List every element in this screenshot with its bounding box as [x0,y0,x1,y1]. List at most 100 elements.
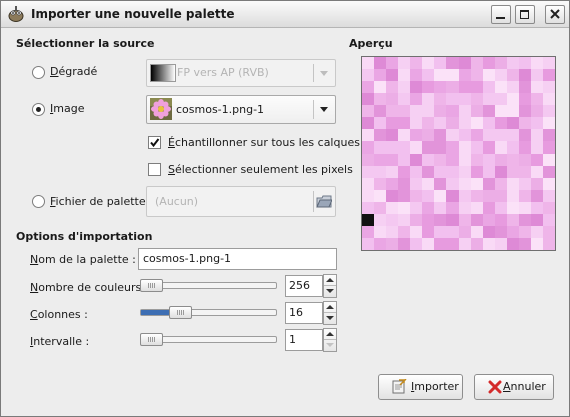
palette-swatch [518,129,532,143]
interval-spin-buttons[interactable] [323,328,337,352]
interval-slider-thumb[interactable] [140,333,163,346]
palette-swatch [518,165,532,179]
import-icon [392,379,407,394]
palette-swatch [386,81,400,95]
palette-swatch [374,117,388,131]
palette-swatch [410,117,424,131]
maximize-icon [520,10,529,19]
checkmark-icon [150,138,160,148]
palette-swatch [446,177,460,191]
palette-swatch [362,105,375,119]
palette-swatch [386,69,400,83]
palette-swatch [542,105,555,119]
columns-spin-input[interactable]: 16 [285,302,323,324]
palette-swatch [410,225,424,239]
palette-swatch [446,225,460,239]
palette-swatch [530,201,544,215]
palette-swatch [398,129,412,143]
palette-swatch [506,177,520,191]
interval-spin-input[interactable]: 1 [285,329,323,351]
columns-spin-buttons[interactable] [323,301,337,325]
palette-swatch [530,81,544,95]
palette-swatch [530,237,544,250]
palette-swatch [362,201,375,215]
palette-swatch [494,105,508,119]
palette-swatch [518,57,532,70]
palette-swatch [410,213,424,227]
chevron-down-icon[interactable] [326,289,334,293]
palette-swatch [458,57,472,70]
selected-pixels-checkbox[interactable] [148,163,161,176]
image-thumbnail-icon [150,98,172,120]
palette-swatch [434,141,448,155]
num-colors-spin-input[interactable]: 256 [285,275,323,297]
palette-swatch [470,201,484,215]
cancel-button[interactable]: Annuler [474,374,554,400]
num-colors-slider-thumb[interactable] [140,279,163,292]
chevron-up-icon[interactable] [326,305,334,309]
palette-swatch [506,153,520,167]
palette-swatch [458,201,472,215]
palette-swatch [542,201,555,215]
palette-swatch [386,177,400,191]
palette-swatch [422,69,436,83]
chevron-up-icon[interactable] [326,332,334,336]
palette-swatch [410,153,424,167]
palette-swatch [482,177,496,191]
num-colors-spin-buttons[interactable] [323,274,337,298]
palette-swatch [410,69,424,83]
palette-swatch [434,165,448,179]
palette-swatch [362,81,375,95]
palette-file-radio[interactable] [32,195,45,208]
palette-swatch [494,93,508,107]
gradient-radio[interactable] [32,66,45,79]
palette-swatch [482,81,496,95]
palette-swatch [362,177,375,191]
palette-swatch [470,165,484,179]
palette-swatch [410,57,424,70]
minimize-button[interactable] [491,5,511,24]
palette-swatch [542,165,555,179]
image-combo[interactable]: cosmos-1.png-1 [146,95,336,124]
palette-swatch [506,189,520,203]
columns-slider-thumb[interactable] [168,306,192,319]
palette-swatch [446,141,460,155]
palette-swatch [530,129,544,143]
palette-name-input[interactable]: cosmos-1.png-1 [138,248,337,270]
import-button[interactable]: Importer [378,374,463,400]
palette-swatch [506,141,520,155]
palette-swatch [482,189,496,203]
palette-swatch [494,117,508,131]
palette-swatch [518,81,532,95]
palette-swatch [542,93,555,107]
chevron-down-icon[interactable] [326,343,334,347]
close-button[interactable] [545,5,565,24]
palette-swatch [386,213,400,227]
chevron-up-icon[interactable] [326,278,334,282]
palette-swatch [398,141,412,155]
palette-swatch [398,69,412,83]
palette-swatch [518,189,532,203]
image-radio[interactable] [32,103,45,116]
maximize-button[interactable] [515,5,535,24]
title-bar[interactable]: Importer une nouvelle palette [1,1,569,28]
palette-swatch [470,177,484,191]
sample-all-layers-checkbox[interactable] [148,136,161,149]
chevron-down-icon[interactable] [326,316,334,320]
palette-swatch [530,225,544,239]
palette-swatch [518,141,532,155]
palette-swatch [458,189,472,203]
palette-swatch [530,213,544,227]
palette-swatch [482,165,496,179]
palette-swatch [506,225,520,239]
palette-swatch [422,237,436,250]
palette-swatch [374,165,388,179]
palette-swatch [446,117,460,131]
palette-swatch [434,117,448,131]
palette-swatch [542,213,555,227]
palette-swatch [422,105,436,119]
palette-swatch [482,141,496,155]
palette-swatch [470,129,484,143]
columns-slider[interactable] [140,309,277,316]
palette-swatch [458,177,472,191]
